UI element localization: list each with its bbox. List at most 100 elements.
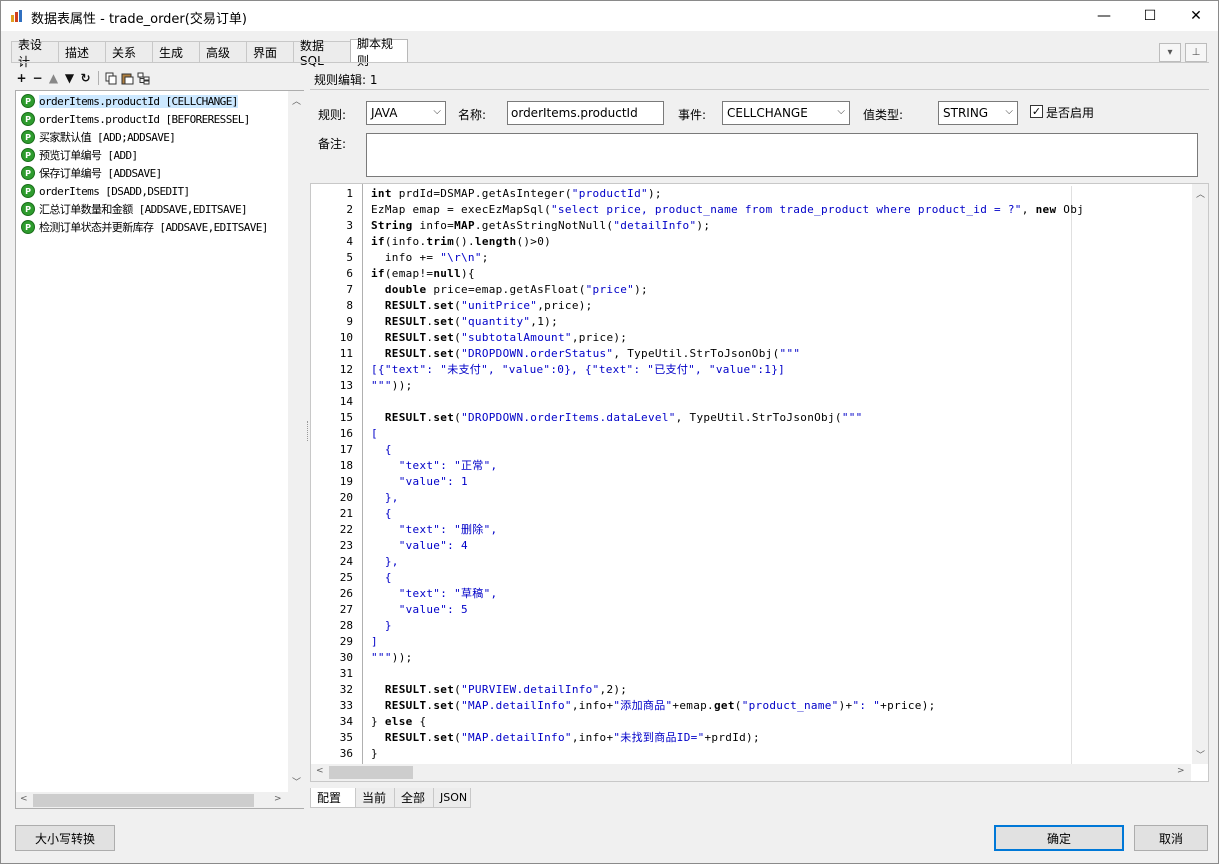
list-item[interactable]: P 保存订单编号 [ADDSAVE]: [21, 164, 162, 182]
rule-icon: P: [21, 220, 35, 234]
event-label: 事件:: [678, 108, 707, 122]
tab-json[interactable]: JSON: [433, 788, 471, 808]
editor-divider: [310, 89, 1209, 90]
pin-icon[interactable]: ⊥: [1185, 43, 1207, 62]
list-scroll-thumb[interactable]: [33, 794, 254, 807]
cancel-button[interactable]: 取消: [1134, 825, 1208, 851]
code-editor[interactable]: 1 2 3 4 5 6 7 8 9 10 11 12 13 14 15 16 17 18 19 20 21 22 23 24 2…: [310, 183, 1209, 782]
code-token: ,price);: [571, 331, 628, 344]
scroll-down-icon[interactable]: ﹀: [292, 775, 301, 788]
tab-relations[interactable]: 关系: [105, 41, 153, 63]
minimize-button[interactable]: —: [1081, 1, 1127, 31]
list-item[interactable]: P orderItems.productId [BEFORERESSEL]: [21, 110, 250, 128]
editor-vertical-scrollbar[interactable]: ︿ ﹀: [1192, 184, 1208, 764]
code-line: RESULT.set("DROPDOWN.orderItems.dataLeve…: [371, 410, 863, 426]
scroll-down-icon[interactable]: ﹀: [1196, 748, 1205, 761]
move-down-icon[interactable]: ▼: [63, 71, 76, 85]
case-convert-button[interactable]: 大小写转换: [15, 825, 115, 851]
line-number: 36: [339, 747, 353, 760]
list-vertical-scrollbar[interactable]: ︿ ﹀: [288, 91, 304, 792]
rule-type-value: JAVA: [371, 106, 398, 120]
maximize-button[interactable]: ☐: [1127, 1, 1173, 31]
name-value: orderItems.productId: [511, 106, 638, 120]
editor-scroll-thumb[interactable]: [329, 766, 413, 779]
line-number: 28: [339, 619, 353, 632]
event-value: CELLCHANGE: [727, 106, 808, 120]
paste-icon[interactable]: [121, 71, 134, 85]
list-item[interactable]: P 预览订单编号 [ADD]: [21, 146, 138, 164]
copy-icon[interactable]: [105, 71, 118, 85]
ok-button[interactable]: 确定: [994, 825, 1124, 851]
tab-data-sql[interactable]: 数据SQL: [293, 39, 351, 68]
line-number: 4: [346, 235, 353, 248]
code-token: set: [433, 411, 455, 424]
code-token: RESULT: [384, 299, 427, 312]
tab-all[interactable]: 全部: [394, 788, 434, 808]
list-item[interactable]: P 买家默认值 [ADD;ADDSAVE]: [21, 128, 176, 146]
code-line: String info=MAP.getAsStringNotNull("deta…: [371, 218, 710, 234]
rule-list[interactable]: P orderItems.productId [CELLCHANGE] P or…: [15, 90, 304, 809]
editor-horizontal-scrollbar[interactable]: < >: [311, 764, 1191, 781]
scroll-up-icon[interactable]: ︿: [292, 94, 301, 107]
value-type-select[interactable]: STRING ⌵: [938, 101, 1018, 125]
rule-icon: P: [21, 166, 35, 180]
tab-config[interactable]: 配置: [310, 788, 356, 808]
line-number: 30: [339, 651, 353, 664]
list-horizontal-scrollbar[interactable]: < >: [16, 792, 304, 808]
code-token: "quantity": [461, 315, 531, 328]
code-token: "subtotalAmount": [461, 331, 572, 344]
rule-icon: P: [21, 94, 35, 108]
code-token: prdId=DSMAP.getAsInteger(: [391, 187, 572, 200]
code-token: "detailInfo": [613, 219, 697, 232]
code-token: set: [433, 315, 455, 328]
value-type-label: 值类型:: [863, 108, 904, 122]
toolbar-separator: [98, 71, 99, 85]
title-bar[interactable]: 数据表属性 - trade_order(交易订单) — ☐ ✕: [1, 1, 1218, 31]
line-number: 9: [346, 315, 353, 328]
scroll-right-icon[interactable]: >: [1177, 766, 1185, 776]
event-select[interactable]: CELLCHANGE ⌵: [722, 101, 850, 125]
code-line: if(info.trim().length()>0): [371, 234, 551, 250]
code-line: "text": "删除",: [371, 522, 497, 538]
scroll-left-icon[interactable]: <: [316, 766, 324, 776]
chevron-down-icon[interactable]: ▾: [1159, 43, 1181, 62]
list-item[interactable]: P orderItems [DSADD,DSEDIT]: [21, 182, 190, 200]
scroll-up-icon[interactable]: ︿: [1196, 187, 1205, 200]
code-token: :1}]: [757, 363, 786, 376]
enabled-checkbox[interactable]: ✓: [1030, 105, 1043, 118]
tab-current[interactable]: 当前: [355, 788, 395, 808]
code-text-area[interactable]: int prdId=DSMAP.getAsInteger("productId"…: [371, 186, 1189, 764]
name-input[interactable]: orderItems.productId: [507, 101, 664, 125]
tab-script-rules[interactable]: 脚本规则: [350, 37, 408, 68]
line-number: 35: [339, 731, 353, 744]
code-token: EzMap emap = execEzMapSql(: [371, 203, 551, 216]
remove-icon[interactable]: −: [31, 71, 44, 85]
code-token: ": ": [852, 699, 881, 712]
code-token: ));: [391, 379, 413, 392]
list-item[interactable]: P orderItems.productId [CELLCHANGE]: [21, 92, 238, 110]
code-token: "text": "正常",: [371, 459, 498, 472]
scroll-right-icon[interactable]: >: [274, 794, 282, 804]
tab-interface[interactable]: 界面: [246, 41, 294, 63]
list-item[interactable]: P 汇总订单数量和金额 [ADDSAVE,EDITSAVE]: [21, 200, 248, 218]
tab-advanced[interactable]: 高级: [199, 41, 247, 63]
note-textarea[interactable]: [366, 133, 1198, 177]
tab-description[interactable]: 描述: [58, 41, 106, 63]
code-token: +prdId);: [704, 731, 760, 744]
move-up-icon[interactable]: ▲: [47, 71, 60, 85]
list-item[interactable]: P 检测订单状态并更新库存 [ADDSAVE,EDITSAVE]: [21, 218, 268, 236]
add-icon[interactable]: +: [15, 71, 28, 85]
code-line: {: [371, 570, 392, 586]
tab-generate[interactable]: 生成: [152, 41, 200, 63]
tab-table-design[interactable]: 表设计: [11, 38, 59, 69]
scroll-left-icon[interactable]: <: [20, 794, 28, 804]
refresh-icon[interactable]: ↻: [79, 71, 92, 85]
code-token: ,info+: [571, 699, 614, 712]
code-token: ()>0): [516, 235, 552, 248]
rule-type-select[interactable]: JAVA ⌵: [366, 101, 446, 125]
tree-icon[interactable]: [137, 71, 150, 85]
close-button[interactable]: ✕: [1173, 1, 1219, 31]
code-line: RESULT.set("quantity",1);: [371, 314, 558, 330]
code-line: RESULT.set("MAP.detailInfo",info+"添加商品"+…: [371, 698, 936, 714]
gutter-divider: [362, 184, 363, 764]
